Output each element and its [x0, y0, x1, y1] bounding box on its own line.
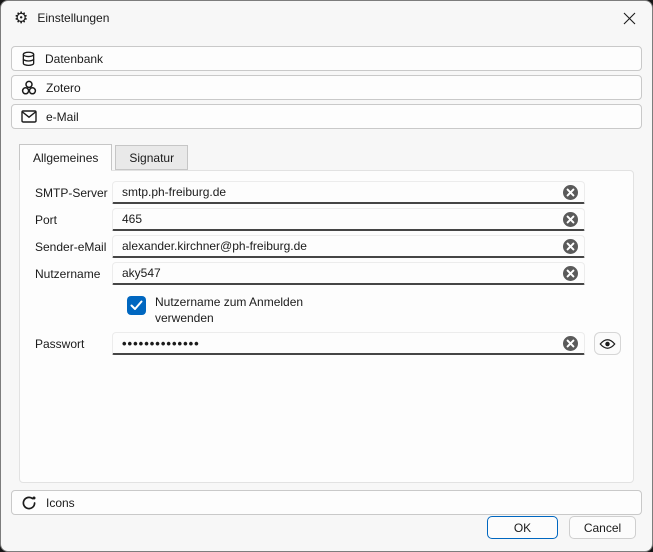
- check-icon: [130, 300, 143, 311]
- sender-email-row: Sender-eMail: [20, 233, 633, 260]
- email-settings-panel: SMTP-Server Port: [19, 170, 634, 483]
- title-bar: ⚙ Einstellungen: [1, 1, 652, 35]
- clear-icon: [562, 335, 579, 352]
- clear-port-button[interactable]: [562, 211, 579, 228]
- smtp-server-label: SMTP-Server: [35, 186, 112, 200]
- nutzername-input[interactable]: [112, 262, 585, 285]
- passwort-row: Passwort: [20, 330, 633, 357]
- clear-sender-email-button[interactable]: [562, 238, 579, 255]
- section-zotero[interactable]: Zotero: [11, 75, 642, 100]
- gear-icon: ⚙: [14, 10, 28, 26]
- tab-signatur[interactable]: Signatur: [115, 145, 188, 170]
- section-email[interactable]: e-Mail: [11, 104, 642, 129]
- passwort-input[interactable]: [112, 332, 585, 355]
- settings-dialog: ⚙ Einstellungen Datenbank: [0, 0, 653, 552]
- section-list: Datenbank Zotero e-Mail: [11, 46, 642, 129]
- clear-passwort-button[interactable]: [562, 335, 579, 352]
- port-row: Port: [20, 206, 633, 233]
- clear-icon: [562, 265, 579, 282]
- close-button[interactable]: [606, 2, 652, 34]
- nutzername-label: Nutzername: [35, 267, 112, 281]
- dialog-footer: OK Cancel: [487, 516, 636, 539]
- refresh-icon: [21, 495, 37, 511]
- nutzername-row: Nutzername: [20, 260, 633, 287]
- eye-icon: [599, 338, 616, 350]
- sender-email-label: Sender-eMail: [35, 240, 112, 254]
- sender-email-input[interactable]: [112, 235, 585, 258]
- nutzername-anmelden-checkbox[interactable]: [127, 296, 146, 315]
- database-icon: [21, 51, 36, 67]
- email-tabstrip: Allgemeines Signatur: [19, 144, 634, 170]
- clear-icon: [562, 238, 579, 255]
- login-checkbox-row: Nutzername zum Anmelden verwenden: [127, 294, 633, 326]
- section-label: Zotero: [46, 81, 81, 95]
- reveal-password-button[interactable]: [594, 332, 621, 355]
- section-datenbank[interactable]: Datenbank: [11, 46, 642, 71]
- clear-icon: [562, 184, 579, 201]
- section-icons[interactable]: Icons: [11, 490, 642, 515]
- smtp-server-row: SMTP-Server: [20, 179, 633, 206]
- tab-allgemeines[interactable]: Allgemeines: [19, 144, 112, 171]
- port-input[interactable]: [112, 208, 585, 231]
- section-label: e-Mail: [46, 110, 79, 124]
- port-label: Port: [35, 213, 112, 227]
- section-label: Datenbank: [45, 52, 103, 66]
- passwort-label: Passwort: [35, 337, 112, 351]
- ok-button[interactable]: OK: [487, 516, 558, 539]
- zotero-icon: [21, 80, 37, 96]
- window-title: Einstellungen: [37, 11, 109, 25]
- checkbox-label: Nutzername zum Anmelden verwenden: [155, 294, 305, 326]
- clear-smtp-server-button[interactable]: [562, 184, 579, 201]
- smtp-server-input[interactable]: [112, 181, 585, 204]
- close-icon: [623, 12, 636, 25]
- clear-nutzername-button[interactable]: [562, 265, 579, 282]
- cancel-button[interactable]: Cancel: [569, 516, 636, 539]
- clear-icon: [562, 211, 579, 228]
- mail-icon: [21, 110, 37, 123]
- section-label: Icons: [46, 496, 75, 510]
